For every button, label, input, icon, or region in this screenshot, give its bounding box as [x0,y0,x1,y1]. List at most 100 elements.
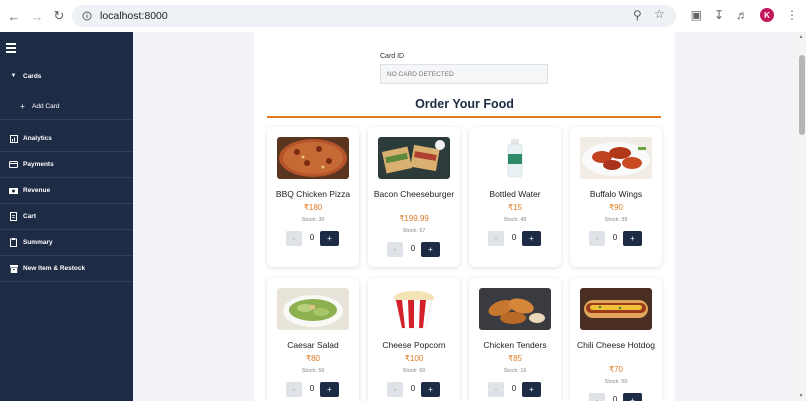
zoom-search-icon[interactable]: ⚲ [633,8,642,22]
increment-button[interactable]: + [320,231,339,246]
media-control-icon[interactable]: ♬ [736,8,748,22]
address-bar[interactable]: localhost:8000 [72,5,676,27]
scroll-down-arrow-icon[interactable]: ▼ [798,393,804,399]
food-price: ₹80 [306,354,320,363]
sidebar-item-cards[interactable]: ▼ Cards [0,63,133,89]
back-arrow-icon[interactable]: ← [6,8,22,24]
sidebar-item-payments[interactable]: Payments [0,152,133,178]
increment-button[interactable]: + [320,382,339,397]
title-underline [267,116,661,118]
food-price: ₹180 [303,203,323,212]
quantity-value: 0 [612,395,618,401]
plus-icon: + [20,102,25,111]
food-stock: Stock: 60 [402,368,426,374]
scroll-up-arrow-icon[interactable]: ▲ [798,34,804,40]
food-stock: Stock: 56 [301,368,325,374]
hotdog-image [580,288,652,330]
quantity-stepper: - 0 + [589,393,643,401]
increment-button[interactable]: + [623,231,642,246]
wings-image [580,137,652,179]
box-icon [9,264,18,273]
food-stock: Stock: 39 [604,217,628,223]
food-name: Chicken Tenders [483,340,547,350]
quantity-stepper: - 0 + [387,242,441,257]
quantity-stepper: - 0 + [286,382,340,397]
sidebar-item-label: Analytics [23,135,52,142]
increment-button[interactable]: + [623,393,642,401]
sidebar-item-label: Summary [23,239,53,246]
food-stock: Stock: 48 [503,217,527,223]
quantity-stepper: - 0 + [488,382,542,397]
extensions-icon[interactable]: ▣ [691,8,702,22]
food-price: ₹100 [404,354,424,363]
quantity-stepper: - 0 + [589,231,643,246]
reload-icon[interactable]: ↻ [51,8,67,24]
money-icon [9,186,18,195]
sidebar-item-analytics[interactable]: Analytics [0,126,133,152]
site-info-icon[interactable] [82,11,92,21]
decrement-button[interactable]: - [488,231,504,246]
food-card-chili-cheese-hotdog: Chili Cheese Hotdog ₹70 Stock: 50 - 0 + [570,278,662,401]
url-text: localhost:8000 [100,10,168,22]
food-price: ₹90 [609,203,623,212]
menu-kebab-icon[interactable]: ⋮ [786,8,798,22]
sidebar-item-revenue[interactable]: Revenue [0,178,133,204]
sidebar: ▼ Cards + Add Card Analytics Payments Re… [0,32,133,401]
quantity-stepper: - 0 + [488,231,542,246]
food-price: ₹199.99 [399,214,429,223]
sidebar-item-new-item-restock[interactable]: New Item & Restock [0,256,133,282]
sidebar-item-add-card[interactable]: + Add Card [0,94,133,120]
sidebar-item-label: Revenue [23,187,51,194]
decrement-button[interactable]: - [286,382,302,397]
quantity-stepper: - 0 + [387,382,441,397]
quantity-stepper: - 0 + [286,231,340,246]
sidebar-item-label: Add Card [32,103,60,110]
chevron-down-icon: ▼ [10,73,17,79]
quantity-value: 0 [410,384,416,393]
main-content: Card ID NO CARD DETECTED Order Your Food… [133,32,796,401]
increment-button[interactable]: + [421,382,440,397]
document-icon [9,212,18,221]
analytics-icon [9,134,18,143]
page-title: Order Your Food [415,97,514,111]
increment-button[interactable]: + [522,382,541,397]
tenders-image [479,288,551,330]
sidebar-item-label: Cart [23,213,37,220]
decrement-button[interactable]: - [589,231,605,246]
food-card-chicken-tenders: Chicken Tenders ₹85 Stock: 16 - 0 + [469,278,561,401]
food-name: Buffalo Wings [589,189,643,199]
food-name: Bottled Water [489,189,541,199]
profile-avatar[interactable]: K [760,8,774,22]
sidebar-item-label: New Item & Restock [23,265,86,272]
decrement-button[interactable]: - [387,382,403,397]
food-card-cheese-popcorn: Cheese Popcorn ₹100 Stock: 60 - 0 + [368,278,460,401]
food-name: Chili Cheese Hotdog [577,340,655,350]
increment-button[interactable]: + [522,231,541,246]
sidebar-item-cart[interactable]: Cart [0,204,133,230]
card-id-label: Card ID [380,53,405,60]
food-price: ₹70 [609,365,623,374]
page-scrollbar[interactable]: ▲ ▼ [796,32,806,401]
forward-arrow-icon[interactable]: → [29,8,45,24]
card-id-field[interactable]: NO CARD DETECTED [380,64,548,84]
bookmark-star-icon[interactable]: ☆ [654,7,665,21]
water-bottle-image [479,137,551,179]
quantity-value: 0 [309,233,315,242]
quantity-value: 0 [410,244,416,253]
increment-button[interactable]: + [421,242,440,257]
sidebar-item-summary[interactable]: Summary [0,230,133,256]
food-name: Cheese Popcorn [382,340,446,350]
decrement-button[interactable]: - [286,231,302,246]
popcorn-image [378,288,450,330]
food-card-caesar-salad: Caesar Salad ₹80 Stock: 56 - 0 + [267,278,359,401]
decrement-button[interactable]: - [387,242,403,257]
food-name: Caesar Salad [287,340,339,350]
decrement-button[interactable]: - [488,382,504,397]
download-icon[interactable]: ↧ [714,8,724,22]
food-name: BBQ Chicken Pizza [275,189,351,199]
decrement-button[interactable]: - [589,393,605,401]
food-stock: Stock: 16 [503,368,527,374]
scrollbar-thumb[interactable] [799,55,805,135]
hamburger-menu-icon[interactable] [6,43,16,55]
food-price: ₹15 [508,203,522,212]
